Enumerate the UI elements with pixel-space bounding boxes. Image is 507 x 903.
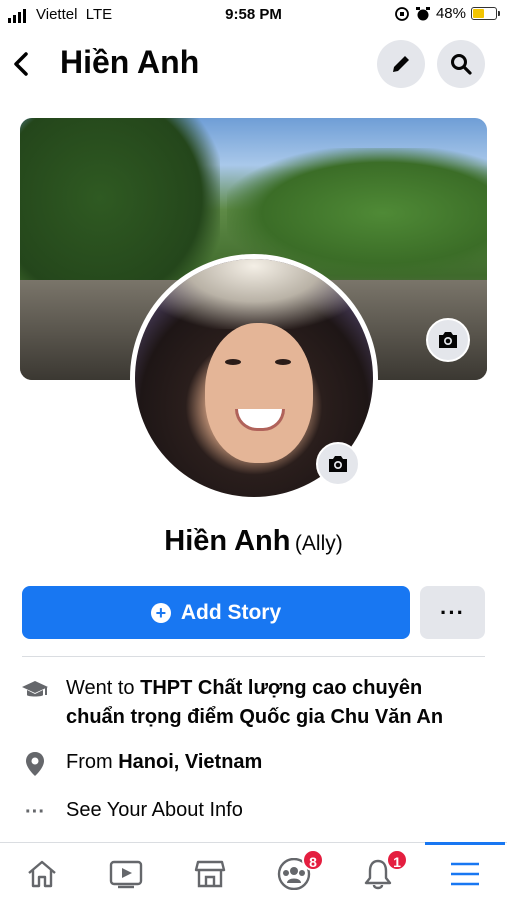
location-pin-icon [18,750,52,778]
page-title: Hiền Anh [60,44,200,80]
more-icon: ··· [440,599,465,625]
menu-icon [451,862,479,885]
search-icon [451,54,472,75]
video-icon [109,860,143,888]
tab-marketplace[interactable] [168,843,252,903]
camera-icon [329,456,347,472]
edit-cover-photo-button[interactable] [426,318,470,362]
search-button[interactable] [437,40,485,88]
battery-percent: 48% [435,5,466,22]
status-indicators: 48% [394,5,500,22]
profile-header: Hiền Anh [0,34,507,94]
notifications-badge: 1 [386,849,408,871]
hometown-text: From Hanoi, Vietnam [66,751,263,773]
pencil-icon [393,56,409,72]
graduation-cap-icon [18,676,52,704]
tab-notifications[interactable]: 1 [336,843,420,903]
education-text: Went to THPT Chất lượng cao chuyên chuẩn… [66,677,444,728]
home-icon [28,860,56,887]
school-name-line1[interactable]: THPT Chất lượng cao chuyên [140,677,422,699]
plus-circle-icon: + [150,602,171,623]
tab-watch[interactable] [84,843,168,903]
profile-name-main: Hiền Anh [164,525,291,557]
hometown-place[interactable]: Hanoi, Vietnam [118,751,262,773]
tab-groups[interactable]: 8 [252,843,336,903]
profile-nickname: (Ally) [294,532,343,555]
more-dots-icon: ··· [25,800,45,823]
tab-home[interactable] [0,843,84,903]
edit-profile-picture-button[interactable] [316,442,360,486]
more-options-button[interactable]: ··· [420,586,485,639]
tab-menu[interactable] [423,842,507,903]
add-story-button[interactable]: + Add Story [22,586,410,639]
see-about-info-link[interactable]: ··· See Your About Info [18,796,493,826]
camera-icon [439,332,457,348]
orientation-lock-icon [395,6,409,21]
school-name-line2[interactable]: chuẩn trọng điểm Quốc gia Chu Văn An [66,706,443,728]
divider [22,656,485,657]
add-story-label: Add Story [180,600,282,624]
alarm-icon [415,6,430,20]
see-about-info-label: See Your About Info [66,799,243,821]
back-icon [14,52,28,76]
status-bar: Viettel LTE 9:58 PM 48% [0,0,507,30]
battery-icon [471,7,500,20]
groups-badge: 8 [302,849,324,871]
marketplace-icon [194,860,226,887]
edit-profile-button[interactable] [377,40,425,88]
info-hometown: From Hanoi, Vietnam [18,748,493,778]
info-education: Went to THPT Chất lượng cao chuyên chuẩn… [18,674,493,734]
bottom-tab-bar: 8 1 [0,842,507,903]
back-button[interactable] [10,46,40,82]
profile-name: Hiền Anh (Ally) [0,525,507,558]
